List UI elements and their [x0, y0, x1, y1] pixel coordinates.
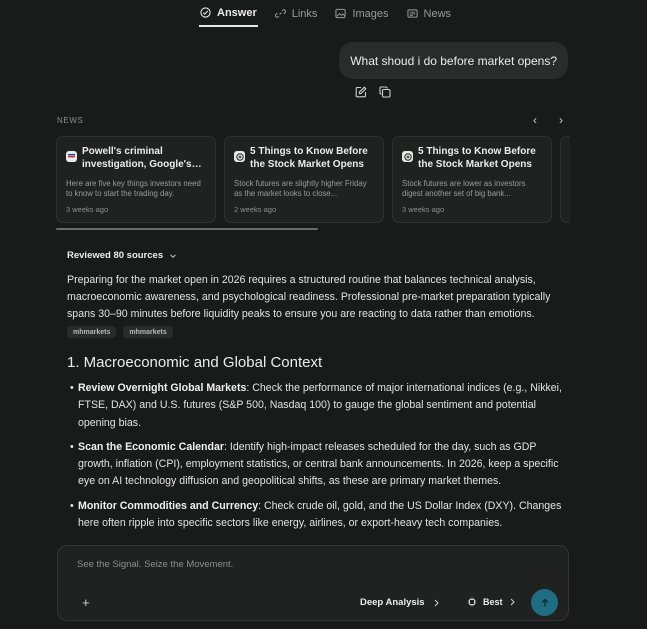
- mode-label: Deep Analysis: [360, 597, 425, 608]
- attach-button[interactable]: +: [82, 595, 90, 610]
- query-actions: [355, 85, 391, 98]
- news-prev-button[interactable]: ‹: [530, 113, 540, 127]
- list-item: Monitor Commodities and Currency: Check …: [70, 498, 567, 533]
- cpu-icon: [467, 597, 477, 607]
- bullet-title: Review Overnight Global Markets: [78, 382, 247, 394]
- list-item: Review Overnight Global Markets: Check t…: [70, 380, 567, 432]
- model-selector[interactable]: Best: [467, 597, 516, 607]
- tab-news-label: News: [423, 7, 452, 20]
- news-carousel-scrollbar[interactable]: [56, 228, 318, 230]
- mode-selector[interactable]: Deep Analysis: [360, 597, 440, 608]
- tab-links[interactable]: Links: [274, 0, 319, 27]
- tab-links-label: Links: [291, 7, 318, 20]
- answer-bullet-list: Review Overnight Global Markets: Check t…: [70, 380, 567, 539]
- plus-icon: +: [82, 595, 90, 610]
- news-carousel-nav: ‹ ›: [530, 113, 566, 127]
- image-icon: [335, 8, 347, 19]
- answer-icon: [200, 7, 211, 18]
- composer: See the Signal. Seize the Movement. + De…: [57, 545, 569, 621]
- tab-answer-label: Answer: [217, 6, 257, 19]
- tab-images[interactable]: Images: [334, 0, 389, 27]
- news-card-title: Powell's criminal investigation, Google'…: [82, 146, 192, 170]
- chevron-right-icon: [434, 599, 439, 606]
- news-source-icon: [234, 151, 245, 162]
- user-query-text: What shoud i do before market opens?: [350, 53, 557, 68]
- tab-images-label: Images: [352, 7, 389, 20]
- news-icon: [406, 9, 418, 18]
- news-carousel: Powell's criminal investigation, Google'…: [56, 136, 570, 224]
- citation-chip[interactable]: mhmarkets: [123, 326, 173, 338]
- news-card[interactable]: Powell's criminal investigation, Google'…: [56, 136, 216, 223]
- bullet-title: Scan the Economic Calendar: [78, 440, 225, 453]
- news-next-button[interactable]: ›: [556, 113, 566, 127]
- answer-section-heading: 1. Macroeconomic and Global Context: [67, 354, 323, 371]
- news-card-head: 5 Things to Know Before the Stock Market…: [402, 146, 543, 171]
- chevron-right-icon: [510, 598, 515, 606]
- news-card-time: 3 weeks ago: [66, 205, 109, 214]
- chevron-right-icon: ›: [559, 113, 563, 127]
- tab-answer[interactable]: Answer: [199, 0, 258, 27]
- send-button[interactable]: [531, 589, 558, 616]
- news-card[interactable]: 5 Things to Know Before the Stock Market…: [224, 136, 384, 223]
- news-card-description: Here are five key things investors need …: [66, 179, 201, 198]
- news-card-description: Stock futures are lower as investors dig…: [402, 179, 526, 198]
- news-card-title: 5 Things to Know Before the Stock Market…: [250, 146, 368, 170]
- news-card[interactable]: 5 Things to Know Before the Stock Market…: [392, 136, 552, 223]
- citation-chip[interactable]: mhmarkets: [67, 326, 117, 338]
- edit-icon: [355, 86, 367, 98]
- news-card-head: Powell's criminal investigation, Google'…: [66, 146, 207, 171]
- composer-input[interactable]: See the Signal. Seize the Movement.: [77, 559, 233, 570]
- chevron-down-icon: [170, 253, 176, 258]
- model-label: Best: [483, 597, 503, 607]
- bullet-title: Monitor Commodities and Currency: [78, 499, 259, 512]
- news-card-partial[interactable]: [560, 136, 570, 223]
- copy-query-button[interactable]: [379, 85, 391, 98]
- copy-icon: [379, 86, 391, 98]
- arrow-up-icon: [541, 598, 548, 606]
- news-card-title: 5 Things to Know Before the Stock Market…: [418, 146, 536, 170]
- news-card-description: Stock futures are slightly higher Friday…: [234, 179, 367, 198]
- answer-intro: Preparing for the market open in 2026 re…: [67, 274, 551, 320]
- news-card-head: 5 Things to Know Before the Stock Market…: [234, 146, 375, 171]
- news-section-label: NEWS: [57, 116, 84, 125]
- chevron-left-icon: ‹: [533, 113, 537, 127]
- result-tabs: Answer Links Images News: [199, 0, 468, 28]
- reviewed-sources-label: Reviewed 80 sources: [67, 250, 164, 261]
- user-query-bubble: What shoud i do before market opens?: [339, 42, 568, 79]
- edit-query-button[interactable]: [355, 85, 367, 98]
- reviewed-sources-toggle[interactable]: Reviewed 80 sources: [67, 250, 177, 261]
- news-source-icon: [402, 151, 413, 162]
- link-icon: [274, 9, 286, 18]
- news-card-time: 2 weeks ago: [234, 205, 277, 214]
- news-card-time: 3 weeks ago: [402, 205, 445, 214]
- tab-news[interactable]: News: [406, 0, 453, 27]
- citation-chips: mhmarkets mhmarkets: [67, 326, 173, 338]
- news-source-icon: [66, 151, 77, 162]
- list-item: Scan the Economic Calendar: Identify hig…: [70, 439, 567, 491]
